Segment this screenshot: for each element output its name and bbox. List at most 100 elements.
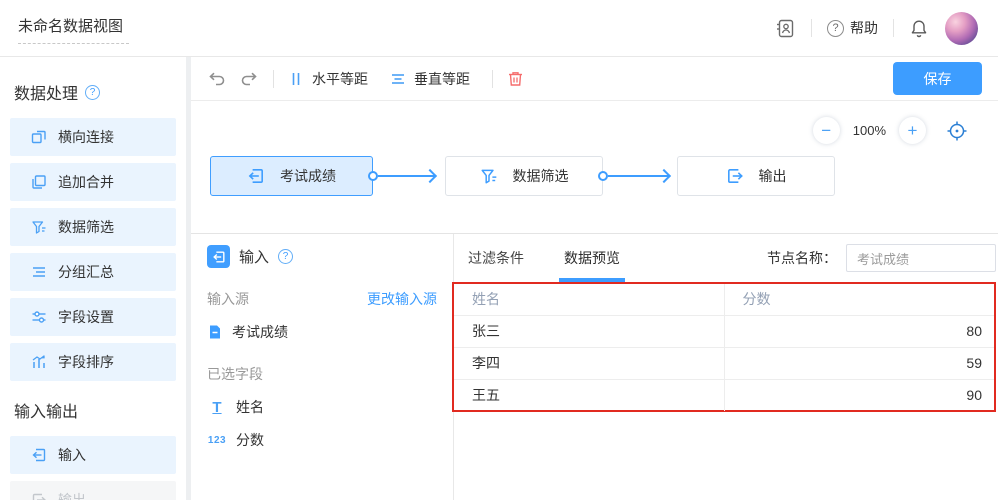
cell-score: 90 xyxy=(724,379,994,411)
table-header-row: 姓名 分数 xyxy=(454,284,994,315)
input-node-icon xyxy=(247,167,265,185)
flow-edge xyxy=(378,175,435,177)
preview-table: 姓名 分数 张三 80 李四 xyxy=(454,284,994,411)
vertical-spacing-button[interactable]: 垂直等距 xyxy=(390,69,470,89)
processing-title: 数据处理 xyxy=(14,80,78,104)
table-row: 王五 90 xyxy=(454,379,994,411)
sidebar-item-field-settings[interactable]: 字段设置 xyxy=(10,298,176,336)
connector-port[interactable] xyxy=(368,171,378,181)
tabs-row: 过滤条件 数据预览 节点名称： xyxy=(454,234,998,282)
flow-node-filter[interactable]: 数据筛选 xyxy=(445,156,603,196)
sidebar-section-io: 输入输出 xyxy=(14,398,176,422)
sidebar-item-group-summary[interactable]: 分组汇总 xyxy=(10,253,176,291)
toolbar-divider xyxy=(273,70,274,88)
number-type-icon: 123 xyxy=(207,435,227,446)
zoom-out-button[interactable]: − xyxy=(813,117,840,144)
sidebar: 数据处理 ? 横向连接 追加合并 xyxy=(0,57,186,500)
sidebar-item-label: 数据筛选 xyxy=(58,217,114,237)
tab-filter-conditions[interactable]: 过滤条件 xyxy=(468,234,524,282)
column-header-name: 姓名 xyxy=(454,284,724,315)
panel-help-icon[interactable]: ? xyxy=(278,249,293,264)
cell-name: 张三 xyxy=(454,315,724,347)
bell-icon xyxy=(909,18,929,39)
zoom-level: 100% xyxy=(853,123,886,138)
help-button[interactable]: ? 帮助 xyxy=(827,18,878,38)
sidebar-item-label: 分组汇总 xyxy=(58,262,114,282)
trash-icon xyxy=(507,70,524,88)
sidebar-item-data-filter[interactable]: 数据筛选 xyxy=(10,208,176,246)
input-glyph xyxy=(212,250,226,264)
connector-port[interactable] xyxy=(598,171,608,181)
table-row: 张三 80 xyxy=(454,315,994,347)
panel-preview-area: 过滤条件 数据预览 节点名称： 姓名 分数 xyxy=(454,234,998,500)
toolbar-divider xyxy=(492,70,493,88)
field-name: 分数 xyxy=(236,430,264,450)
sidebar-item-label: 字段设置 xyxy=(58,307,114,327)
input-source-row: 输入源 更改输入源 xyxy=(207,289,437,309)
main-layout: 数据处理 ? 横向连接 追加合并 xyxy=(0,57,998,500)
notifications-button[interactable] xyxy=(909,18,929,39)
horizontal-spacing-button[interactable]: 水平等距 xyxy=(288,69,368,89)
zoom-in-button[interactable]: + xyxy=(899,117,926,144)
app-window: 未命名数据视图 ? 帮助 xyxy=(0,0,998,500)
sidebar-item-field-sort[interactable]: 字段排序 xyxy=(10,343,176,381)
contacts-icon[interactable] xyxy=(775,18,796,39)
save-button[interactable]: 保存 xyxy=(893,62,982,95)
field-settings-icon xyxy=(31,309,47,325)
sheet-icon xyxy=(207,324,223,340)
cell-score: 59 xyxy=(724,347,994,379)
sidebar-item-label: 输出 xyxy=(58,490,86,500)
input-source-label: 输入源 xyxy=(207,289,249,309)
change-source-link[interactable]: 更改输入源 xyxy=(367,289,437,309)
flow-canvas[interactable]: − 100% + xyxy=(191,101,998,232)
sidebar-item-input[interactable]: 输入 xyxy=(10,436,176,474)
field-item-number: 123 分数 xyxy=(207,430,437,450)
delete-button[interactable] xyxy=(507,70,524,88)
sidebar-item-label: 追加合并 xyxy=(58,172,114,192)
flow-node-input[interactable]: 考试成绩 xyxy=(210,156,373,196)
panel-input-settings: 输入 ? 输入源 更改输入源 考试成绩 已选字段 xyxy=(191,234,454,500)
tab-data-preview[interactable]: 数据预览 xyxy=(564,234,620,282)
column-header-score: 分数 xyxy=(724,284,994,315)
output-icon xyxy=(31,492,47,500)
preview-table-highlight: 姓名 分数 张三 80 李四 xyxy=(452,282,996,412)
top-header: 未命名数据视图 ? 帮助 xyxy=(0,0,998,57)
sidebar-item-append-merge[interactable]: 追加合并 xyxy=(10,163,176,201)
crosshair-icon xyxy=(946,120,968,142)
zoom-controls: − 100% + xyxy=(813,117,968,144)
undo-button[interactable] xyxy=(207,70,226,87)
cell-name: 李四 xyxy=(454,347,724,379)
input-icon xyxy=(31,447,47,463)
sidebar-item-horizontal-join[interactable]: 横向连接 xyxy=(10,118,176,156)
sidebar-item-label: 输入 xyxy=(58,445,86,465)
node-label: 输出 xyxy=(759,166,787,186)
contact-book-icon xyxy=(775,18,796,39)
panel-header: 输入 ? xyxy=(207,245,437,268)
flow-node-output[interactable]: 输出 xyxy=(677,156,835,196)
horizontal-spacing-label: 水平等距 xyxy=(312,69,368,89)
source-item: 考试成绩 xyxy=(207,322,437,342)
table-row: 李四 59 xyxy=(454,347,994,379)
vertical-spacing-label: 垂直等距 xyxy=(414,69,470,89)
join-horizontal-icon xyxy=(31,129,47,145)
cell-score: 80 xyxy=(724,315,994,347)
document-title[interactable]: 未命名数据视图 xyxy=(18,12,129,44)
undo-icon xyxy=(207,70,226,87)
header-actions: ? 帮助 xyxy=(775,12,978,45)
selected-fields-label: 已选字段 xyxy=(207,364,437,384)
node-name-label: 节点名称： xyxy=(767,248,837,268)
redo-icon xyxy=(240,70,259,87)
user-avatar[interactable] xyxy=(945,12,978,45)
append-merge-icon xyxy=(31,174,47,190)
header-divider xyxy=(893,19,894,37)
redo-button[interactable] xyxy=(240,70,259,87)
fit-center-button[interactable] xyxy=(946,120,968,142)
cell-name: 王五 xyxy=(454,379,724,411)
horizontal-spacing-icon xyxy=(288,71,304,87)
sidebar-item-label: 横向连接 xyxy=(58,127,114,147)
sidebar-section-processing: 数据处理 ? xyxy=(14,80,176,104)
main-area: 水平等距 垂直等距 xyxy=(191,57,998,500)
node-name-input[interactable] xyxy=(846,244,996,272)
processing-help-icon[interactable]: ? xyxy=(85,85,100,100)
header-divider xyxy=(811,19,812,37)
